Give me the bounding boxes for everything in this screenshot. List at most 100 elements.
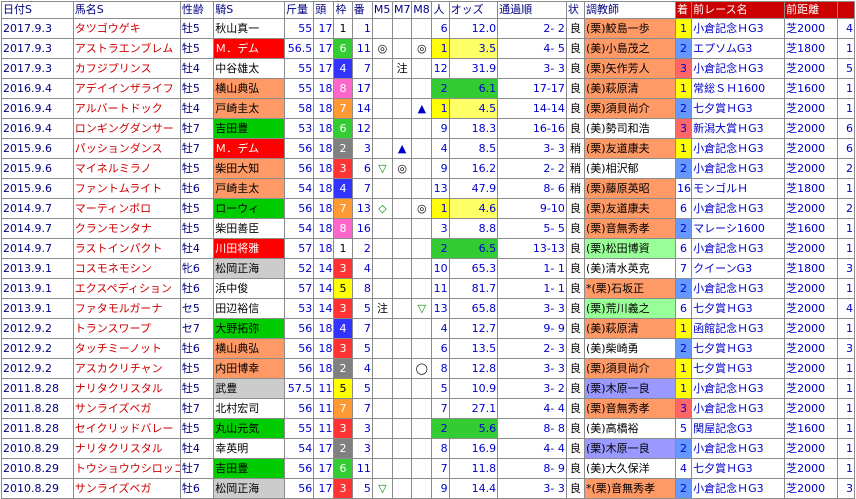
header-track-condition[interactable]: 状 — [565, 1, 586, 19]
table-row[interactable]: 2013.9.1 コスモネモシン 牝6 松岡正海 52 14 3 4 10 65.3 1- 1 良 (美… — [1, 258, 856, 279]
header-m5[interactable]: M5 — [371, 1, 394, 19]
table-row[interactable]: 2012.9.2 トランスワープ セ7 大野拓弥 56 18 4 7 4 12.7 9- 9 良 (美)… — [1, 318, 856, 339]
table-row[interactable]: 2016.9.4 アルバートドック 牡4 戸崎圭太 58 18 7 14 ▲ 1 4.5 14-14 良… — [1, 98, 856, 119]
horse-name-cell: カフジプリンス — [72, 58, 181, 79]
prev-distance-cell: 芝2000 — [784, 98, 838, 119]
trainer-cell: (美)大久保洋 — [584, 458, 676, 479]
header-date[interactable]: 日付S — [1, 1, 74, 19]
weight-cell: 55 — [283, 78, 315, 99]
prev-race-cell: クイーンG3 — [691, 258, 786, 279]
table-row[interactable]: 2015.9.6 パッションダンス 牡7 Ｍ．デム 56 18 2 3 ▲ 4 8.5 3- 3 稍 (栗… — [1, 138, 856, 159]
track-condition-cell: 良 — [565, 198, 586, 219]
jockey-cell: 北村宏司 — [213, 398, 285, 419]
header-heads[interactable]: 頭 — [313, 1, 335, 19]
odds-cell: 10.9 — [448, 378, 499, 399]
number-cell: 7 — [351, 398, 373, 419]
header-odds[interactable]: オッズ — [448, 1, 499, 19]
horse-name-cell: ラストインパクト — [72, 238, 181, 259]
table-row[interactable]: 2014.9.7 マーティンボロ 牡5 ローウィ 56 18 7 13 ◇ ◎ 1 4.6 9-10 良(… — [1, 198, 856, 219]
heads-cell: 18 — [313, 218, 335, 239]
table-row[interactable]: 2014.9.7 クランモンタナ 牡5 柴田善臣 54 18 8 16 3 8.8 5- 5 良 (栗)… — [1, 218, 856, 239]
odds-cell: 4.5 — [448, 98, 499, 119]
frame-cell: 6 — [333, 118, 353, 139]
last-cell: 1 — [836, 458, 856, 479]
trainer-cell: (栗)藤原英昭 — [584, 178, 676, 199]
last-cell: 3 — [836, 338, 856, 359]
table-row[interactable]: 2010.8.29 ナリタクリスタル 牡4 幸英明 54 17 2 3 8 16.9 4- 4 良 (栗… — [1, 438, 856, 459]
header-frame[interactable]: 枠 — [333, 1, 353, 19]
heads-cell: 17 — [313, 438, 335, 459]
trainer-cell: *(栗)石坂正 — [584, 278, 676, 299]
heads-cell: 11 — [313, 398, 335, 419]
weight-cell: 56 — [283, 158, 315, 179]
header-m7[interactable]: M7 — [392, 1, 413, 19]
frame-cell: 2 — [333, 438, 353, 459]
date-cell: 2015.9.6 — [1, 158, 74, 179]
table-row[interactable]: 2012.9.2 アスカクリチャン 牡5 内田博幸 56 18 2 4 ◯ 8 12.8 3- 3 良(… — [1, 358, 856, 379]
table-row[interactable]: 2011.8.28 ナリタクリスタル 牡5 武豊 57.5 11 5 5 5 10.9 3- 2 良(… — [1, 378, 856, 399]
prev-finish-cell: 1 — [674, 358, 693, 379]
header-sex-age[interactable]: 性齢 — [179, 1, 215, 19]
header-m8[interactable]: M8 — [411, 1, 433, 19]
odds-cell: 11.8 — [448, 458, 499, 479]
sex-age-cell: セ5 — [179, 298, 215, 319]
header-extra[interactable] — [836, 1, 856, 19]
m8-mark-cell — [411, 458, 433, 479]
number-cell: 13 — [351, 198, 373, 219]
header-jockey[interactable]: 騎S — [213, 1, 285, 19]
header-passing-order[interactable]: 通過順 — [497, 1, 567, 19]
horse-name-cell: セイクリッドバレー — [72, 418, 181, 439]
header-trainer[interactable]: 調教師 — [584, 1, 676, 19]
table-row[interactable]: 2017.9.3 カフジプリンス 牡4 中谷雄太 55 17 4 7 注 12 31.9 3- 3 良(… — [1, 58, 856, 79]
popularity-cell: 9 — [431, 478, 450, 499]
table-row[interactable]: 2014.9.7 ラストインパクト 牡4 川田将雅 57 18 1 2 2 6.5 13-13 良 (栗… — [1, 238, 856, 259]
m8-mark-cell — [411, 138, 433, 159]
header-horse[interactable]: 馬名S — [72, 1, 181, 19]
sex-age-cell: 牡5 — [179, 358, 215, 379]
prev-finish-cell: 7 — [674, 258, 693, 279]
jockey-cell: 幸英明 — [213, 438, 285, 459]
weight-cell: 54 — [283, 178, 315, 199]
header-popularity[interactable]: 人 — [431, 1, 450, 19]
horse-name-cell: サンライズベガ — [72, 478, 181, 499]
last-cell: 1 — [836, 78, 856, 99]
header-weight[interactable]: 斤量 — [283, 1, 315, 19]
odds-cell: 65.8 — [448, 298, 499, 319]
m8-mark-cell: ◎ — [411, 38, 433, 59]
last-cell: 3 — [836, 258, 856, 279]
table-row[interactable]: 2010.8.29 サンライズベガ 牡6 松岡正海 56 17 3 5 ▽ 9 14.4 3- 3 良 *… — [1, 478, 856, 499]
frame-cell: 3 — [333, 158, 353, 179]
prev-distance-cell: 芝2000 — [784, 358, 838, 379]
heads-cell: 17 — [313, 478, 335, 499]
header-prev-finish[interactable]: 着 — [674, 1, 693, 19]
last-cell: 1 — [836, 378, 856, 399]
odds-cell: 6.5 — [448, 238, 499, 259]
date-cell: 2010.8.29 — [1, 438, 74, 459]
table-row[interactable]: 2010.8.29 トウショウウシロッコ 牡7 吉田豊 56 17 6 11 7 11.8 8- 9… — [1, 458, 856, 479]
trainer-cell: (美)相沢郁 — [584, 158, 676, 179]
m8-mark-cell — [411, 398, 433, 419]
table-row[interactable]: 2015.9.6 ファントムライト 牡6 戸崎圭太 54 18 4 7 13 47.9 8- 6 稍(… — [1, 178, 856, 199]
m7-mark-cell — [392, 378, 413, 399]
table-row[interactable]: 2011.8.28 セイクリッドバレー 牡5 丸山元気 55 11 3 3 2 5.6 8- 8 良(… — [1, 418, 856, 439]
prev-finish-cell: 1 — [674, 378, 693, 399]
table-row[interactable]: 2017.9.3 タツゴウゲキ 牡5 秋山真一 55 17 1 1 6 12.0 2- 2 良 (栗)鮫… — [1, 18, 856, 39]
m7-mark-cell — [392, 178, 413, 199]
table-row[interactable]: 2016.9.4 アデイインザライフ 牡5 横山典弘 55 18 8 17 2 6.1 17-17 良… — [1, 78, 856, 99]
sex-age-cell: 牡4 — [179, 58, 215, 79]
table-row[interactable]: 2011.8.28 サンライズベガ 牡7 北村宏司 56 11 7 7 7 27.1 4- 4 良 (栗… — [1, 398, 856, 419]
header-number[interactable]: 番 — [351, 1, 373, 19]
header-prev-race[interactable]: 前レース名 — [691, 1, 786, 19]
weight-cell: 55 — [283, 418, 315, 439]
table-row[interactable]: 2016.9.4 ロンギングダンサー 牡7 吉田豊 53 18 6 12 9 18.3 16-16 良… — [1, 118, 856, 139]
popularity-cell: 4 — [431, 318, 450, 339]
header-prev-distance[interactable]: 前距離 — [784, 1, 838, 19]
table-row[interactable]: 2013.9.1 ファタモルガーナ セ5 田辺裕信 53 14 3 5 注 ▽ 13 65.8 3- 3… — [1, 298, 856, 319]
frame-cell: 4 — [333, 178, 353, 199]
prev-finish-cell: 2 — [674, 438, 693, 459]
table-row[interactable]: 2012.9.2 タッチミーノット 牡6 横山典弘 56 18 3 5 6 13.5 2- 3 良 (美… — [1, 338, 856, 359]
table-row[interactable]: 2013.9.1 エクスペディション 牡6 浜中俊 57 14 5 8 11 81.7 1- 1 良 *… — [1, 278, 856, 299]
table-row[interactable]: 2017.9.3 アストラエンブレム 牡5 Ｍ．デム 56.5 17 6 11 ◎ ◎ 1 3.5 4-… — [1, 38, 856, 59]
frame-cell: 2 — [333, 358, 353, 379]
table-row[interactable]: 2015.9.6 マイネルミラノ 牡5 柴田大知 56 18 3 6 ▽ ◎ 9 16.2 2- 2 稍(… — [1, 158, 856, 179]
